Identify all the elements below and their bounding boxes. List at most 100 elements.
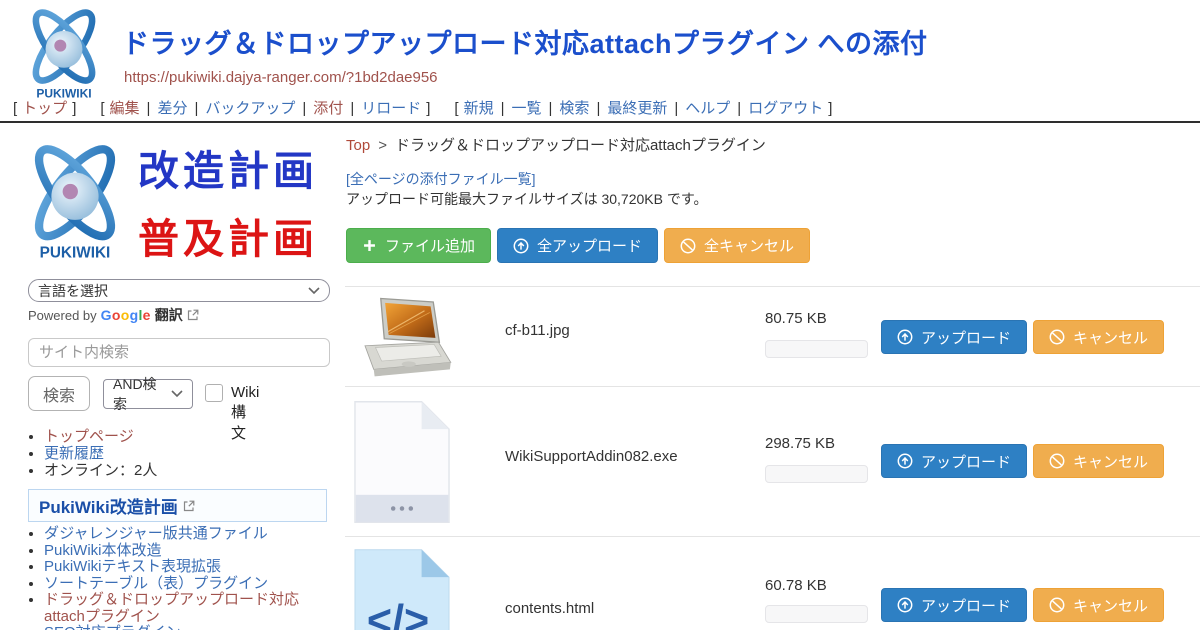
nav-link-reload[interactable]: リロード xyxy=(361,100,421,117)
search-mode-value: AND検索 xyxy=(113,374,168,414)
file-size: 298.75 KB xyxy=(765,435,835,452)
nav-link-attach[interactable]: 添付 xyxy=(313,100,343,117)
sidebar-link-toppage[interactable]: トップページ xyxy=(44,428,134,445)
cancel-button[interactable]: キャンセル xyxy=(1033,320,1164,354)
row-buttons: アップロード キャンセル xyxy=(881,320,1164,354)
sidebar-link-sort-table[interactable]: ソートテーブル（表）プラグイン xyxy=(44,575,268,592)
section-heading-link[interactable]: PukiWiki改造計画 xyxy=(39,493,178,518)
upload-circle-icon xyxy=(897,329,913,345)
upload-button[interactable]: アップロード xyxy=(881,444,1027,478)
pukiwiki-logo-icon[interactable]: PUKIWIKI xyxy=(14,5,114,101)
separator: | xyxy=(674,100,678,117)
upload-button[interactable]: アップロード xyxy=(881,320,1027,354)
upload-circle-icon xyxy=(513,238,529,254)
breadcrumb: Top>ドラッグ＆ドロップアップロード対応attachプラグイン xyxy=(346,134,766,155)
progress-bar xyxy=(765,605,868,623)
sidebar-banner[interactable]: PUKIWIKI 改造計画 普及計画 xyxy=(16,134,336,268)
pukiwiki-attach-page: PUKIWIKI ドラッグ＆ドロップアップロード対応attachプラグイン への… xyxy=(0,0,1200,630)
cancel-button[interactable]: キャンセル xyxy=(1033,588,1164,622)
upload-circle-icon xyxy=(897,453,913,469)
powered-by-text: Powered by xyxy=(28,308,97,323)
site-search-input[interactable] xyxy=(28,338,330,367)
main-content: Top>ドラッグ＆ドロップアップロード対応attachプラグイン [全ページの添… xyxy=(345,124,1200,630)
chevron-down-icon xyxy=(171,390,183,398)
nav-link-diff[interactable]: 差分 xyxy=(157,100,187,117)
sidebar-link-core-mods[interactable]: PukiWiki本体改造 xyxy=(44,542,162,559)
ban-icon xyxy=(1049,329,1065,345)
file-row: </> contents.html 60.78 KB アップロード xyxy=(345,536,1200,630)
upload-label: アップロード xyxy=(921,451,1011,472)
nav-link-new[interactable]: 新規 xyxy=(464,100,494,117)
upload-all-button[interactable]: 全アップロード xyxy=(497,228,658,263)
google-letter: e xyxy=(143,307,151,323)
nav-link-list[interactable]: 一覧 xyxy=(512,100,542,117)
separator: | xyxy=(596,100,600,117)
banner-text: 改造計画 普及計画 xyxy=(138,137,318,265)
file-name: cf-b11.jpg xyxy=(505,322,570,339)
breadcrumb-current: ドラッグ＆ドロップアップロード対応attachプラグイン xyxy=(395,137,766,154)
page-url-link[interactable]: https://pukiwiki.dajya-ranger.com/?1bd2d… xyxy=(124,69,438,86)
list-item: トップページ xyxy=(44,428,320,445)
list-item: SEO対応プラグイン xyxy=(44,625,320,630)
file-row: cf-b11.jpg 80.75 KB アップロード xyxy=(345,286,1200,386)
file-rows: cf-b11.jpg 80.75 KB アップロード xyxy=(345,286,1200,630)
page-title: ドラッグ＆ドロップアップロード対応attachプラグイン への添付 xyxy=(122,22,928,61)
nav-link-help[interactable]: ヘルプ xyxy=(685,100,730,117)
header: PUKIWIKI ドラッグ＆ドロップアップロード対応attachプラグイン への… xyxy=(0,0,1200,123)
search-button[interactable]: 検索 xyxy=(28,376,90,411)
generic-file-icon xyxy=(354,400,450,524)
action-buttons: ファイル追加 全アップロード 全キャンセル xyxy=(346,228,810,263)
banner-kaizo-text: 改造計画 xyxy=(138,137,318,197)
row-buttons: アップロード キャンセル xyxy=(881,444,1164,478)
language-select-value: 言語を選択 xyxy=(38,281,108,301)
add-files-button[interactable]: ファイル追加 xyxy=(346,228,491,263)
cancel-label: キャンセル xyxy=(1073,451,1148,472)
upload-label: アップロード xyxy=(921,595,1011,616)
nav-link-backup[interactable]: バックアップ xyxy=(205,100,295,117)
file-name: contents.html xyxy=(505,600,594,617)
search-mode-select[interactable]: AND検索 xyxy=(103,379,193,409)
nav-link-edit[interactable]: 編集 xyxy=(110,100,140,117)
online-count: オンライン：2人 xyxy=(44,462,157,479)
sidebar-link-common-files[interactable]: ダジャレンジャー版共通ファイル xyxy=(44,525,268,542)
cancel-label: キャンセル xyxy=(1073,327,1148,348)
google-letter: G xyxy=(101,307,112,323)
file-row: WikiSupportAddin082.exe 298.75 KB アップロード xyxy=(345,386,1200,536)
nav-link-top[interactable]: トップ xyxy=(22,100,67,117)
upload-button[interactable]: アップロード xyxy=(881,588,1027,622)
cancel-button[interactable]: キャンセル xyxy=(1033,444,1164,478)
chevron-down-icon xyxy=(308,287,320,295)
google-logo: Google xyxy=(101,307,151,323)
upload-circle-icon xyxy=(897,597,913,613)
bracket: ] xyxy=(72,100,76,117)
language-select[interactable]: 言語を選択 xyxy=(28,279,330,302)
sidebar-link-seo[interactable]: SEO対応プラグイン xyxy=(44,624,181,630)
cancel-all-button[interactable]: 全キャンセル xyxy=(664,228,810,263)
wiki-syntax-checkbox[interactable] xyxy=(205,384,223,402)
powered-by-google: Powered by Google 翻訳 xyxy=(28,305,199,325)
sidebar-link-dnd-attach[interactable]: ドラッグ＆ドロップアップロード対応attachプラグイン xyxy=(44,591,299,625)
nav-link-search[interactable]: 検索 xyxy=(559,100,589,117)
plus-icon xyxy=(362,238,377,253)
external-link-icon xyxy=(183,500,195,512)
top-navigation: [トップ][編集|差分|バックアップ|添付|リロード][新規|一覧|検索|最終更… xyxy=(8,97,851,118)
list-item: オンライン：2人 xyxy=(44,462,320,479)
list-item: PukiWiki本体改造 xyxy=(44,543,320,560)
list-item: ダジャレンジャー版共通ファイル xyxy=(44,526,320,543)
external-link-icon xyxy=(187,309,199,321)
code-glyph: </> xyxy=(367,597,429,630)
sidebar-link-text-ext[interactable]: PukiWikiテキスト表現拡張 xyxy=(44,558,221,575)
section-box: PukiWiki改造計画 xyxy=(28,489,327,522)
separator: | xyxy=(302,100,306,117)
attach-file-list-link[interactable]: [全ページの添付ファイル一覧] xyxy=(346,169,536,189)
nav-link-logout[interactable]: ログアウト xyxy=(748,100,823,117)
sidebar-link-history[interactable]: 更新履歴 xyxy=(44,445,104,462)
separator: | xyxy=(549,100,553,117)
google-letter: o xyxy=(121,307,130,323)
cancel-label: キャンセル xyxy=(1073,595,1148,616)
translate-link[interactable]: 翻訳 xyxy=(155,305,183,325)
file-size: 60.78 KB xyxy=(765,577,827,594)
max-size-text: アップロード可能最大ファイルサイズは 30,720KB です。 xyxy=(346,189,707,209)
breadcrumb-top-link[interactable]: Top xyxy=(346,137,370,154)
nav-link-recent[interactable]: 最終更新 xyxy=(607,100,667,117)
